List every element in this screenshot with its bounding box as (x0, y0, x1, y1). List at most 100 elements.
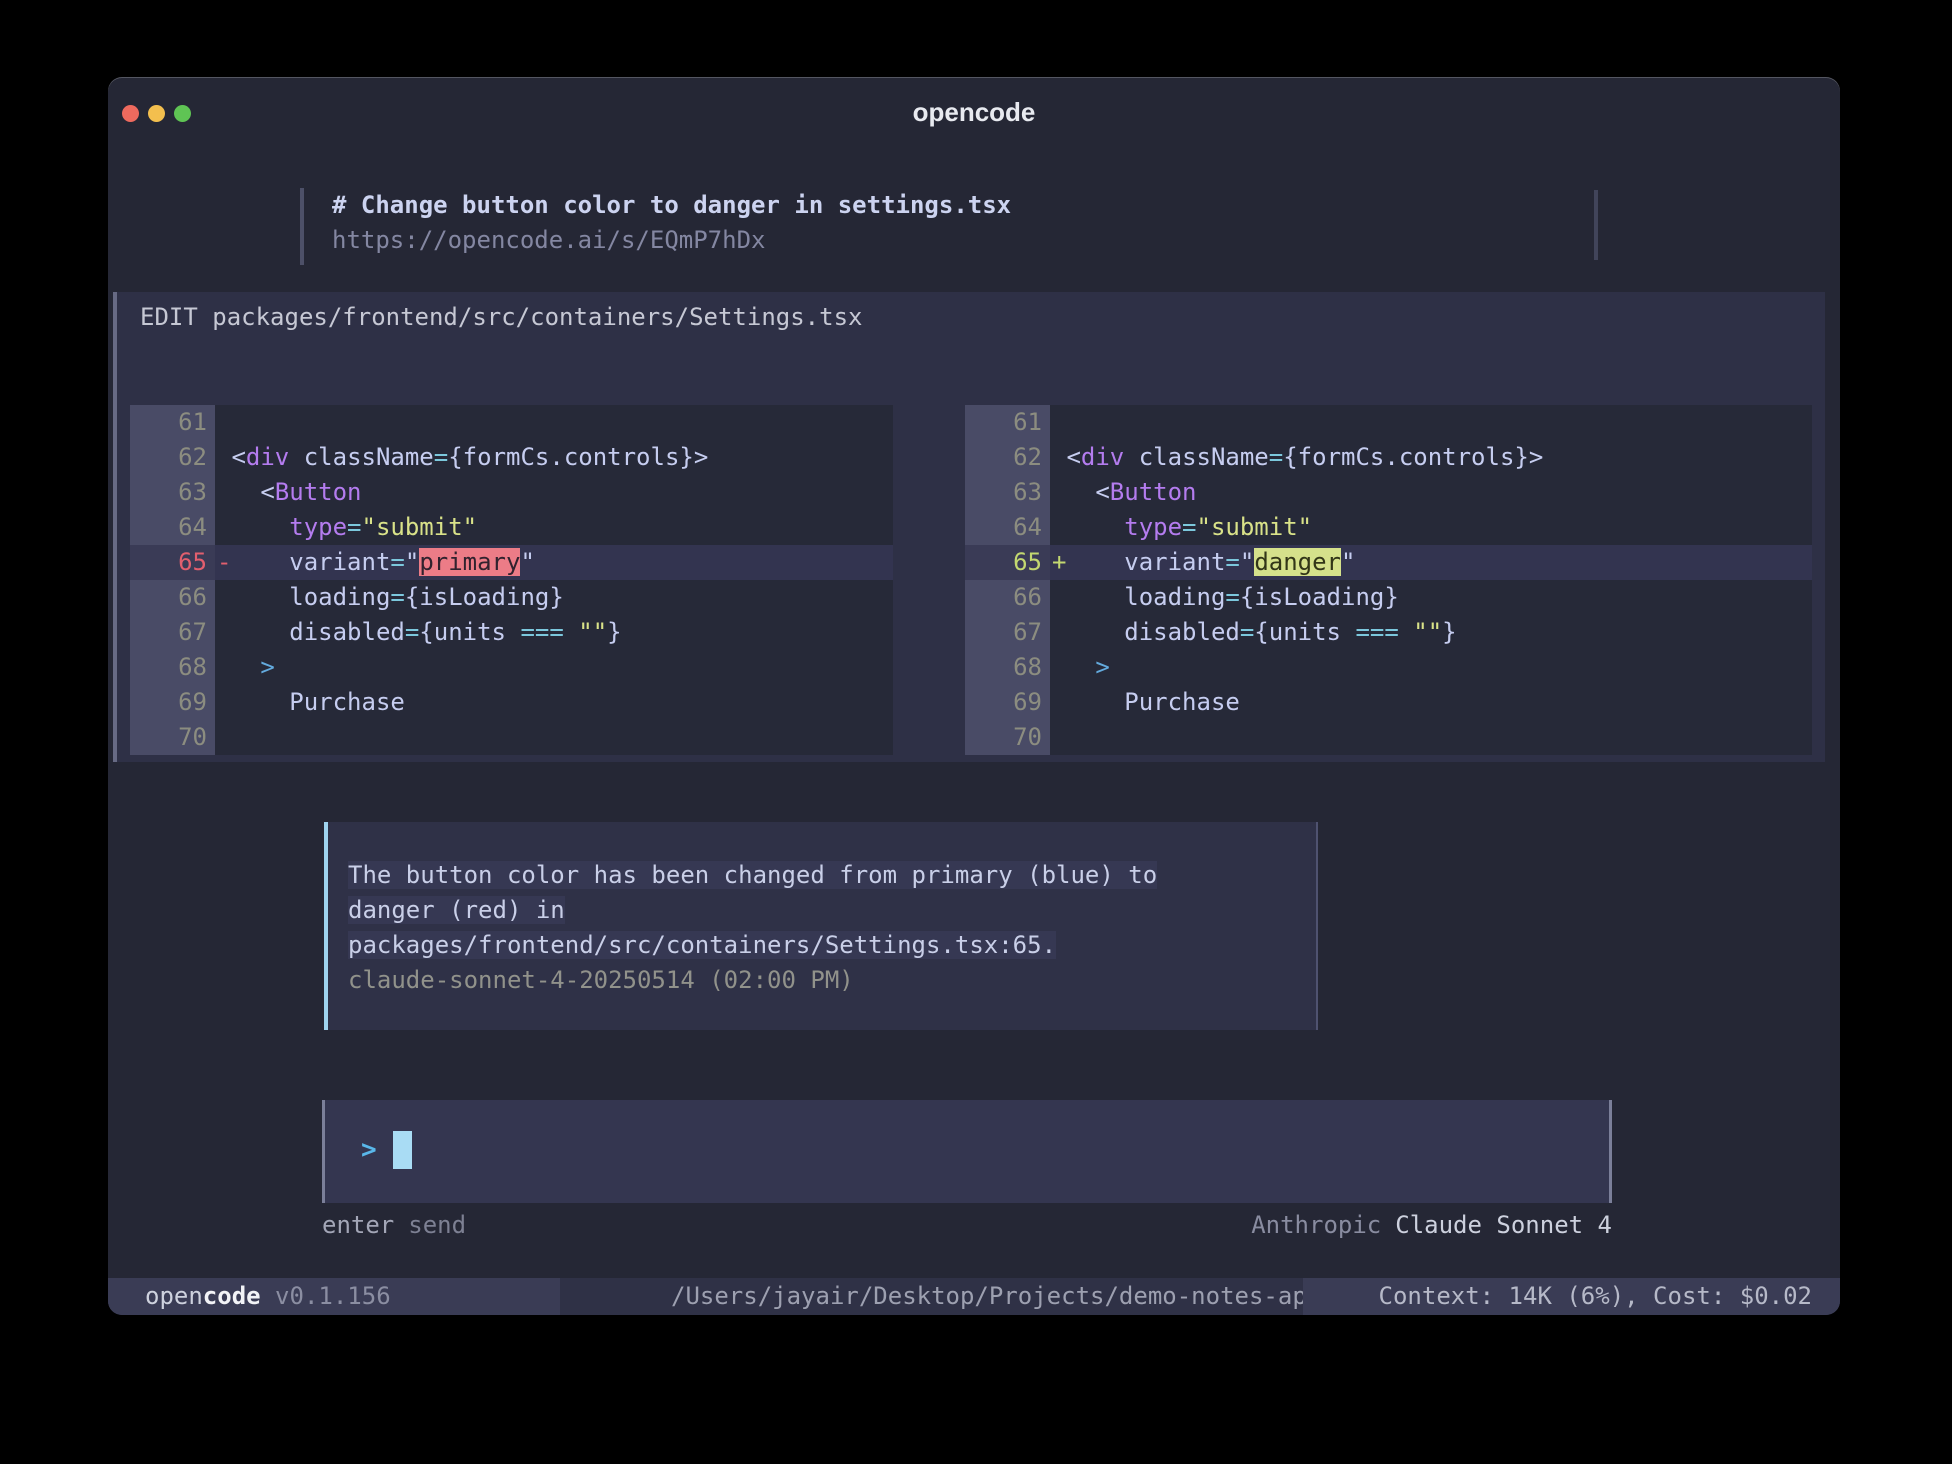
line-number: 61 (965, 405, 1050, 440)
model-label: Claude Sonnet 4 (1395, 1211, 1612, 1239)
status-bar: opencode v0.1.156 /Users/jayair/Desktop/… (108, 1278, 1840, 1315)
code-line: loading={isLoading} (215, 580, 893, 615)
code-token: Button (1110, 478, 1197, 506)
code-token: = (1240, 618, 1254, 646)
code-token: className (1124, 443, 1269, 471)
code-line: type="submit" (215, 510, 893, 545)
text-cursor (393, 1131, 412, 1169)
line-number: 64 (965, 510, 1050, 545)
app-window: opencode # Change button color to danger… (108, 77, 1840, 1315)
edit-diff-panel: EDIT packages/frontend/src/containers/Se… (113, 292, 1825, 762)
code-token (217, 583, 289, 611)
working-directory: /Users/jayair/Desktop/Projects/demo-note… (560, 1278, 1303, 1315)
diff-row-after-70: 70 (965, 720, 1812, 755)
code-line (215, 720, 893, 755)
code-token: = (347, 513, 361, 541)
code-token: = (434, 443, 448, 471)
line-number: 69 (130, 685, 215, 720)
diff-row-after-61: 61 (965, 405, 1812, 440)
diff-row-before-68: 68 > (130, 650, 893, 685)
code-token: div (1081, 443, 1124, 471)
line-number: 69 (965, 685, 1050, 720)
provider-label: Anthropic (1251, 1211, 1381, 1239)
code-token (231, 548, 289, 576)
diff-row-before-67: 67 disabled={units === ""} (130, 615, 893, 650)
code-token: "submit" (362, 513, 478, 541)
diff-row-after-64: 64 type="submit" (965, 510, 1812, 545)
diff-row-after-62: 62 <div className={formCs.controls}> (965, 440, 1812, 475)
code-line: + variant="danger" (1050, 545, 1812, 580)
code-token: {formCs.controls}> (448, 443, 708, 471)
code-token: {units (1254, 618, 1355, 646)
assistant-message-line: The button color has been changed from p… (348, 858, 1316, 893)
diff-row-before-66: 66 loading={isLoading} (130, 580, 893, 615)
line-number: 63 (965, 475, 1050, 510)
line-number: 61 (130, 405, 215, 440)
diff-pane-after: 6162 <div className={formCs.controls}>63… (965, 405, 1812, 755)
code-line (215, 405, 893, 440)
message-model-timestamp: claude-sonnet-4-20250514 (02:00 PM) (348, 963, 1316, 998)
prompt-heading: # Change button color to danger in setti… (332, 188, 1011, 223)
code-token: < (1052, 443, 1081, 471)
code-token: === (1355, 618, 1398, 646)
line-number: 62 (965, 440, 1050, 475)
line-number: 68 (965, 650, 1050, 685)
diff-row-before-70: 70 (130, 720, 893, 755)
assistant-message-line: packages/frontend/src/containers/Setting… (348, 928, 1316, 963)
code-token (1052, 513, 1124, 541)
code-token: variant (289, 548, 390, 576)
code-token: "" (578, 618, 607, 646)
code-token: } (607, 618, 621, 646)
code-token: < (1052, 478, 1110, 506)
code-line: <Button (215, 475, 893, 510)
line-number: 70 (965, 720, 1050, 755)
code-token: > (217, 653, 275, 681)
code-token: = (1269, 443, 1283, 471)
share-link[interactable]: https://opencode.ai/s/EQmP7hDx (332, 223, 765, 258)
diff-row-before-69: 69 Purchase (130, 685, 893, 720)
line-number: 70 (130, 720, 215, 755)
diff-row-after-66: 66 loading={isLoading} (965, 580, 1812, 615)
assistant-message: The button color has been changed from p… (324, 822, 1318, 1030)
code-token: Purchase (1052, 688, 1240, 716)
code-line: loading={isLoading} (1050, 580, 1812, 615)
code-line: disabled={units === ""} (215, 615, 893, 650)
code-token: + (1052, 548, 1066, 576)
code-token: variant (1124, 548, 1225, 576)
code-token: {isLoading} (405, 583, 564, 611)
code-token: < (217, 443, 246, 471)
line-number: 67 (130, 615, 215, 650)
app-version-segment: opencode v0.1.156 (108, 1278, 560, 1315)
code-line: <div className={formCs.controls}> (1050, 440, 1812, 475)
code-token: - (217, 548, 231, 576)
code-line (1050, 720, 1812, 755)
code-token (1052, 583, 1124, 611)
code-token: {units (419, 618, 520, 646)
code-token (564, 618, 578, 646)
code-token: > (1052, 653, 1110, 681)
line-number: 63 (130, 475, 215, 510)
diff-row-before-63: 63 <Button (130, 475, 893, 510)
code-token: " (1240, 548, 1254, 576)
context-cost: Context: 14K (6%), Cost: $0.02 (1303, 1278, 1840, 1315)
quote-bar-right (1594, 190, 1598, 260)
code-token: disabled (1124, 618, 1240, 646)
code-token: {isLoading} (1240, 583, 1399, 611)
code-token (1066, 548, 1124, 576)
chat-input[interactable]: > (322, 1100, 1612, 1203)
code-token: "" (1413, 618, 1442, 646)
code-token: = (390, 583, 404, 611)
code-token: disabled (289, 618, 405, 646)
quote-bar-left (300, 188, 304, 265)
line-number: 66 (130, 580, 215, 615)
code-line: disabled={units === ""} (1050, 615, 1812, 650)
diff-row-after-67: 67 disabled={units === ""} (965, 615, 1812, 650)
code-token: Button (275, 478, 362, 506)
app-version: v0.1.156 (261, 1282, 391, 1310)
app-name-regular: open (145, 1282, 203, 1310)
enter-key-hint: enter (322, 1211, 394, 1239)
code-token: type (1124, 513, 1182, 541)
code-line: - variant="primary" (215, 545, 893, 580)
model-indicator: Anthropic Claude Sonnet 4 (1251, 1208, 1612, 1243)
code-line (1050, 405, 1812, 440)
